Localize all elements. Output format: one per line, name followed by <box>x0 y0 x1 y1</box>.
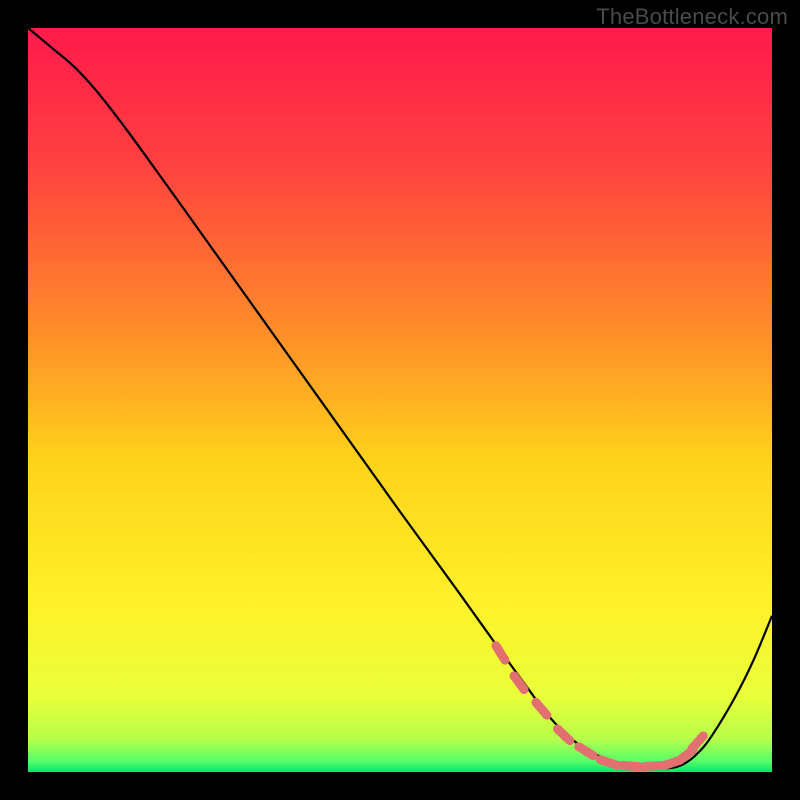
dot <box>644 765 661 766</box>
chart-frame: TheBottleneck.com <box>0 0 800 800</box>
chart-svg <box>28 28 772 772</box>
dot <box>622 765 639 766</box>
plot-area <box>28 28 772 772</box>
watermark-text: TheBottleneck.com <box>596 4 788 30</box>
dot <box>600 760 616 765</box>
gradient-background <box>28 28 772 772</box>
